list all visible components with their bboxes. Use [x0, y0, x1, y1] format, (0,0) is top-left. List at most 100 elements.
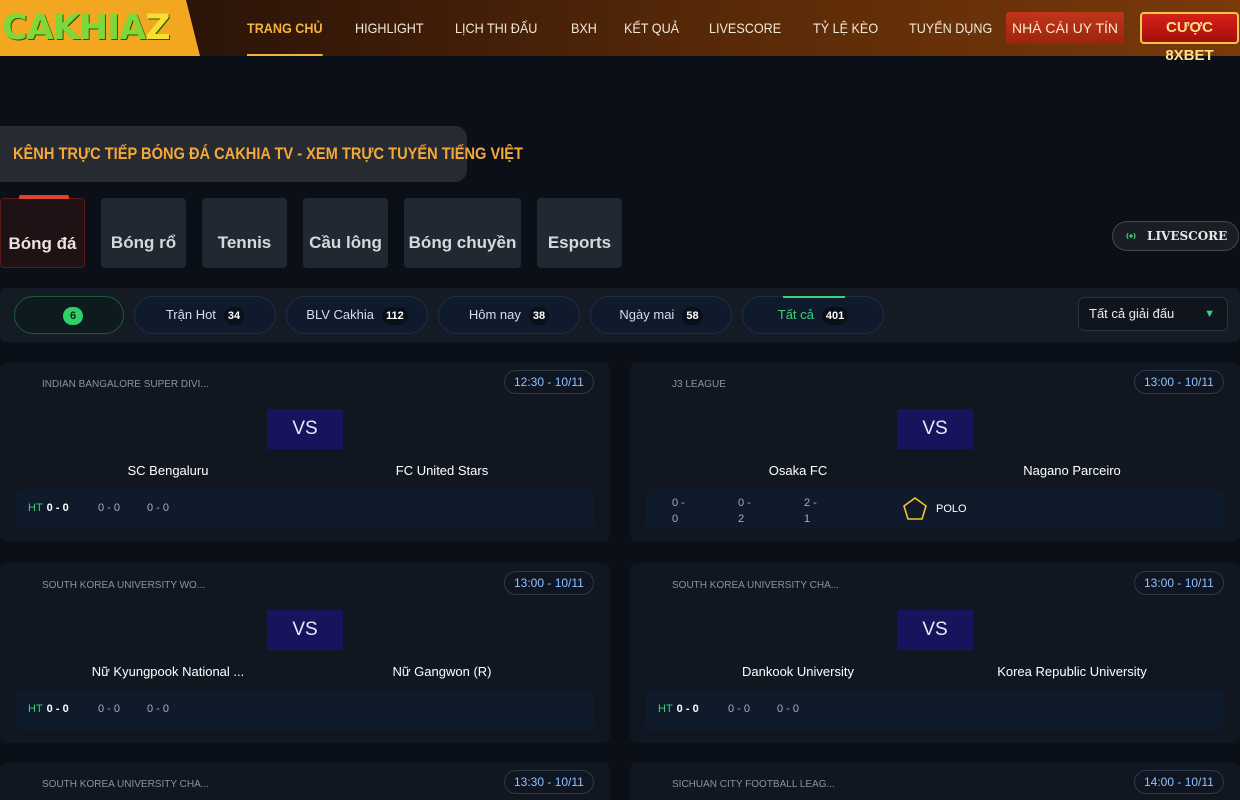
league-select-value: Tất cả giải đấu	[1089, 306, 1175, 321]
tab-football[interactable]: Bóng đá	[0, 195, 85, 268]
match-card[interactable]: SOUTH KOREA UNIVERSITY WO... 13:00 - 10/…	[0, 563, 610, 743]
filter-count: 38	[528, 306, 550, 325]
away-team: Nữ Gangwon (R)	[392, 664, 492, 679]
score-stat-line: 0 -	[738, 497, 751, 509]
score-stat-line: 0 -	[672, 497, 685, 509]
trusted-bookmaker-button[interactable]: NHÀ CÁI UY TÍN	[1006, 12, 1124, 44]
home-team: SC Bengaluru	[127, 463, 209, 478]
vs-badge: VS	[897, 409, 973, 449]
tab-badminton[interactable]: Cầu lông	[303, 198, 388, 268]
match-time: 13:00 - 10/11	[504, 571, 594, 595]
match-card[interactable]: SOUTH KOREA UNIVERSITY CHA... 13:30 - 10…	[0, 762, 610, 800]
nav-results[interactable]: KẾT QUẢ	[624, 0, 679, 56]
logo-area[interactable]: CAKHIAZ	[0, 0, 200, 56]
filter-tomorrow[interactable]: Ngày mai 58	[590, 296, 732, 334]
score-stat: 0 -2	[738, 495, 751, 527]
score-stat: 0 - 0	[777, 703, 800, 715]
match-card[interactable]: SOUTH KOREA UNIVERSITY CHA... 13:00 - 10…	[630, 563, 1240, 743]
chevron-down-icon: ▼	[1204, 308, 1215, 320]
filter-label: Hôm nay	[468, 307, 521, 322]
polo-label: POLO	[936, 503, 967, 515]
broadcast-icon	[1126, 232, 1136, 240]
tab-basketball[interactable]: Bóng rổ	[101, 198, 186, 268]
ht-label: HT	[28, 502, 43, 514]
league-name: SOUTH KOREA UNIVERSITY CHA...	[672, 580, 840, 591]
score-bar: HT 0 - 0 0 - 0 0 - 0	[16, 489, 594, 529]
league-name: J3 LEAGUE	[672, 379, 726, 390]
score-stat: 0 -0	[672, 495, 685, 527]
score-stat-line: 2 -	[804, 497, 817, 509]
filter-hot[interactable]: Trận Hot 34	[134, 296, 276, 334]
league-name: INDIAN BANGALORE SUPER DIVI...	[42, 379, 209, 390]
vs-badge: VS	[267, 409, 343, 449]
nav-highlight[interactable]: HIGHLIGHT	[355, 0, 424, 56]
halftime-score: HT 0 - 0	[658, 703, 699, 715]
match-time: 14:00 - 10/11	[1134, 770, 1224, 794]
score-stat-line: 0	[672, 513, 679, 525]
match-card[interactable]: SICHUAN CITY FOOTBALL LEAG... 14:00 - 10…	[630, 762, 1240, 800]
match-card[interactable]: INDIAN BANGALORE SUPER DIVI... 12:30 - 1…	[0, 362, 610, 542]
ht-label: HT	[658, 703, 673, 715]
match-time: 13:30 - 10/11	[504, 770, 594, 794]
score-stat-line: 2	[738, 513, 745, 525]
league-name: SICHUAN CITY FOOTBALL LEAG...	[672, 779, 835, 790]
score-stat: 0 - 0	[728, 703, 751, 715]
score-stat: 2 -1	[804, 495, 817, 527]
score-stat: 0 - 0	[98, 502, 121, 514]
league-name: SOUTH KOREA UNIVERSITY CHA...	[42, 779, 210, 790]
page-title-text: KÊNH TRỰC TIẾP BÓNG ĐÁ CAKHIA TV - XEM T…	[13, 144, 523, 163]
pentagon-icon	[903, 497, 927, 520]
score-bar: HT 0 - 0 0 - 0 0 - 0	[646, 690, 1224, 730]
home-team: Nữ Kyungpook National ...	[91, 664, 245, 679]
away-team: Nagano Parceiro	[1023, 463, 1121, 478]
nav-odds[interactable]: TỶ LỆ KÈO	[813, 0, 878, 56]
logo-text: CAKHIA	[2, 8, 146, 48]
nav-home[interactable]: TRANG CHỦ	[247, 0, 323, 56]
score-bar: 0 -0 0 -2 2 -1 POLO	[646, 489, 1224, 529]
nav-recruitment[interactable]: TUYỂN DỤNG	[909, 0, 992, 56]
score-bar: HT 0 - 0 0 - 0 0 - 0	[16, 690, 594, 730]
tab-tennis[interactable]: Tennis	[202, 198, 287, 268]
logo[interactable]: CAKHIAZ	[2, 8, 171, 48]
score-stat: 0 - 0	[147, 502, 170, 514]
score-stat: 0 - 0	[147, 703, 170, 715]
nav-schedule[interactable]: LỊCH THI ĐẤU	[455, 0, 537, 56]
polo-badge: POLO	[902, 496, 967, 522]
match-time: 13:00 - 10/11	[1134, 571, 1224, 595]
filter-label: Ngày mai	[619, 307, 675, 322]
filter-live[interactable]: 6	[14, 296, 124, 334]
home-team: Osaka FC	[768, 463, 828, 478]
bet-8xbet-button[interactable]: CƯỢC 8XBET	[1140, 12, 1239, 64]
page-title: KÊNH TRỰC TIẾP BÓNG ĐÁ CAKHIA TV - XEM T…	[0, 126, 523, 182]
match-card[interactable]: J3 LEAGUE 13:00 - 10/11 VS Osaka FC Naga…	[630, 362, 1240, 542]
tab-volleyball[interactable]: Bóng chuyền	[404, 198, 521, 268]
vs-badge: VS	[897, 610, 973, 650]
match-time: 13:00 - 10/11	[1134, 370, 1224, 394]
match-time: 12:30 - 10/11	[504, 370, 594, 394]
ht-value: 0 - 0	[676, 703, 699, 715]
filter-count: 58	[682, 306, 703, 325]
livescore-button[interactable]: LIVESCORE	[1112, 221, 1239, 251]
livescore-label: LIVESCORE	[1147, 229, 1228, 243]
nav-standings[interactable]: BXH	[571, 0, 597, 56]
ht-value: 0 - 0	[46, 502, 69, 514]
filter-count: 401	[821, 306, 849, 325]
filter-label: Trận Hot	[165, 307, 216, 322]
filter-label: BLV Cakhia	[306, 307, 374, 322]
halftime-score: HT 0 - 0	[28, 502, 69, 514]
live-count-badge: 6	[62, 306, 84, 325]
score-stat: 0 - 0	[98, 703, 121, 715]
filter-commentator[interactable]: BLV Cakhia 112	[286, 296, 428, 334]
halftime-score: HT 0 - 0	[28, 703, 69, 715]
home-team: Dankook University	[742, 664, 854, 679]
tab-esports[interactable]: Esports	[537, 198, 622, 268]
ht-value: 0 - 0	[46, 703, 69, 715]
ht-label: HT	[28, 703, 43, 715]
filter-today[interactable]: Hôm nay 38	[438, 296, 580, 334]
away-team: Korea Republic University	[997, 664, 1147, 679]
nav-livescore[interactable]: LIVESCORE	[709, 0, 781, 56]
league-name: SOUTH KOREA UNIVERSITY WO...	[42, 580, 206, 591]
league-select[interactable]: Tất cả giải đấu ▼	[1078, 297, 1228, 331]
filter-count: 34	[223, 306, 245, 325]
filter-all[interactable]: Tất cả 401	[742, 296, 884, 334]
